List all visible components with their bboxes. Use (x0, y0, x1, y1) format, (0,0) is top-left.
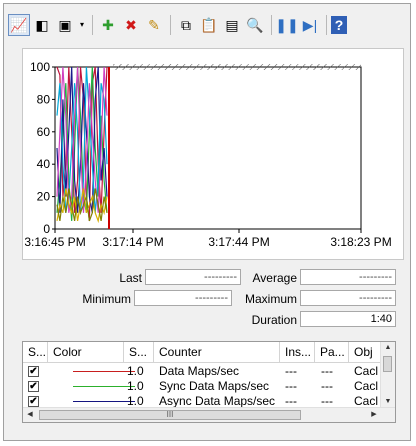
toolbar-separator (326, 15, 327, 35)
show-checkbox[interactable]: ✔ (28, 396, 39, 407)
counter-list[interactable]: S... Color S... Counter Ins... Pa... Obj… (22, 341, 396, 423)
freeze-display-icon[interactable]: ◧ (31, 14, 53, 36)
add-counter-icon[interactable]: ✚ (97, 14, 119, 36)
update-data-icon[interactable]: ▶| (299, 14, 321, 36)
column-counter[interactable]: Counter (154, 342, 280, 362)
column-scale[interactable]: S... (124, 342, 154, 362)
performance-monitor-window: 📈 ◧ ▣ ▾ ✚ ✖ ✎ ⧉ 📋 ▤ 🔍 ❚❚ ▶|? 0 20 40 60 80 100 3:16:45 PM 3… (3, 3, 411, 441)
color-swatch (73, 401, 135, 402)
change-graph-type-icon[interactable]: ▣ (54, 14, 76, 36)
column-parent[interactable]: Pa... (315, 342, 349, 362)
dropdown-arrow-icon[interactable]: ▾ (77, 14, 87, 36)
scroll-right-icon[interactable]: ▶ (367, 408, 381, 422)
instance-cell: --- (285, 379, 297, 393)
pause-icon[interactable]: ❚❚ (275, 14, 298, 36)
view-graph-icon[interactable]: 📈 (8, 14, 30, 36)
zoom-icon[interactable]: 🔍 (244, 14, 266, 36)
maximum-label: Maximum (244, 292, 297, 306)
x-tick-label: 3:17:44 PM (208, 235, 269, 249)
minimum-label: Minimum (82, 292, 131, 306)
paste-counter-list-icon[interactable]: 📋 (198, 14, 220, 36)
vertical-scroll-thumb[interactable] (383, 356, 392, 372)
instance-cell: --- (285, 364, 297, 378)
horizontal-scroll-thumb[interactable]: III (39, 410, 301, 420)
average-label: Average (252, 271, 297, 285)
horizontal-scrollbar[interactable]: ◀ III ▶ (23, 407, 395, 422)
scroll-up-icon[interactable]: ▲ (381, 342, 395, 354)
graph-panel: 0 20 40 60 80 100 3:16:45 PM 3:17:14 PM 3:17:44 … (22, 48, 404, 260)
highlight-pencil-icon[interactable]: ✎ (143, 14, 165, 36)
x-tick-label: 3:17:14 PM (102, 235, 163, 249)
toolbar: 📈 ◧ ▣ ▾ ✚ ✖ ✎ ⧉ 📋 ▤ 🔍 ❚❚ ▶|? (8, 12, 408, 38)
y-tick-label: 100 (30, 60, 50, 74)
object-cell: Cacl (354, 379, 379, 393)
show-checkbox[interactable]: ✔ (28, 366, 39, 377)
copy-properties-icon[interactable]: ⧉ (175, 14, 197, 36)
object-cell: Cacl (354, 364, 379, 378)
counter-cell: Sync Data Maps/sec (159, 379, 270, 393)
column-color[interactable]: Color (48, 342, 124, 362)
color-swatch (73, 386, 135, 387)
x-tick-label: 3:18:23 PM (330, 235, 391, 249)
y-tick-label: 80 (37, 92, 51, 106)
toolbar-separator (170, 15, 171, 35)
statistics-bar: Last --------- Average --------- Minimum… (4, 266, 412, 336)
last-value: --------- (145, 269, 241, 285)
scale-cell: 1.0 (127, 364, 144, 378)
toolbar-separator (271, 15, 272, 35)
last-label: Last (119, 271, 142, 285)
show-checkbox[interactable]: ✔ (28, 381, 39, 392)
table-row[interactable]: ✔ 1.0 Sync Data Maps/sec --- --- Cacl (23, 379, 383, 394)
vertical-scrollbar[interactable]: ▲ ▼ (380, 342, 395, 408)
duration-value: 1:40 (300, 311, 396, 327)
properties-icon[interactable]: ▤ (221, 14, 243, 36)
delete-counter-icon[interactable]: ✖ (120, 14, 142, 36)
x-tick-label: 3:16:45 PM (24, 235, 85, 249)
column-show[interactable]: S... (23, 342, 48, 362)
column-instance[interactable]: Ins... (280, 342, 315, 362)
counter-list-header: S... Color S... Counter Ins... Pa... Obj (23, 342, 383, 363)
counter-cell: Data Maps/sec (159, 364, 240, 378)
y-tick-label: 60 (37, 125, 51, 139)
y-tick-label: 20 (37, 190, 51, 204)
color-swatch (73, 371, 135, 372)
toolbar-separator (92, 15, 93, 35)
y-tick-label: 40 (37, 157, 51, 171)
parent-cell: --- (321, 364, 333, 378)
table-row[interactable]: ✔ 1.0 Data Maps/sec --- --- Cacl (23, 364, 383, 379)
column-object[interactable]: Obj (349, 342, 383, 362)
help-icon[interactable]: ? (331, 16, 347, 34)
scroll-left-icon[interactable]: ◀ (23, 408, 37, 422)
duration-label: Duration (251, 313, 297, 327)
average-value: --------- (300, 269, 396, 285)
maximum-value: --------- (300, 290, 396, 306)
hatched-band (113, 64, 361, 70)
line-chart: 0 20 40 60 80 100 3:16:45 PM 3:17:14 PM 3:17:44 … (24, 60, 391, 249)
minimum-value: --------- (134, 290, 232, 306)
scale-cell: 1.0 (127, 379, 144, 393)
parent-cell: --- (321, 379, 333, 393)
y-tick-label: 0 (43, 222, 50, 236)
